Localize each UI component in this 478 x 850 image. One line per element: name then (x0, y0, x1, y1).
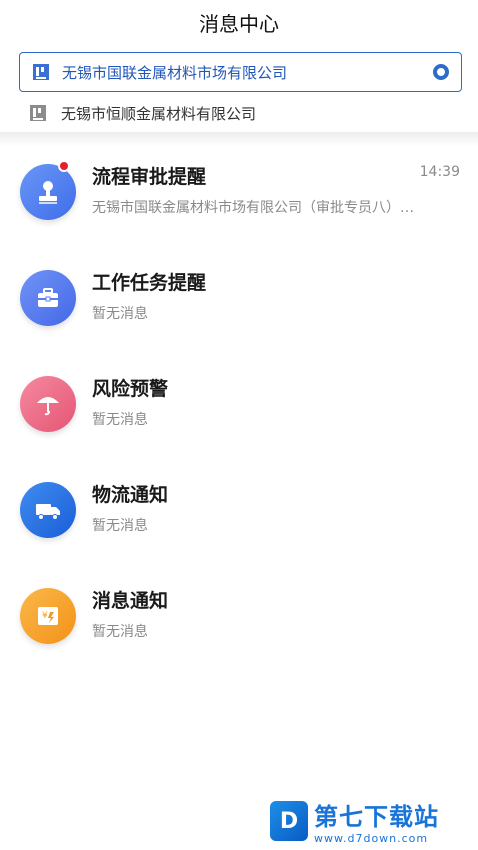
company-option[interactable]: 无锡市恒顺金属材料有限公司 (19, 96, 462, 130)
notice-icon: ¥ (20, 588, 76, 644)
truck-icon (20, 482, 76, 538)
message-title: 流程审批提醒 (92, 166, 207, 188)
stamp-icon (20, 164, 76, 220)
watermark: D 第七下载站 www.d7down.com (270, 798, 470, 845)
message-subtitle: 暂无消息 (92, 624, 148, 640)
message-subtitle: 暂无消息 (92, 306, 148, 322)
message-item-notice[interactable]: ¥ 消息通知 暂无消息 (0, 570, 478, 676)
message-subtitle: 暂无消息 (92, 518, 148, 534)
message-title: 工作任务提醒 (92, 272, 207, 294)
message-subtitle: 暂无消息 (92, 412, 148, 428)
watermark-name: 第七下载站 (314, 803, 439, 831)
message-item-task[interactable]: 工作任务提醒 暂无消息 (0, 252, 478, 358)
svg-text:¥: ¥ (42, 611, 48, 621)
company-name: 无锡市恒顺金属材料有限公司 (61, 104, 257, 123)
unread-badge (58, 160, 70, 172)
message-item-risk[interactable]: 风险预警 暂无消息 (0, 358, 478, 464)
building-icon (29, 104, 47, 122)
briefcase-icon (20, 270, 76, 326)
umbrella-icon (20, 376, 76, 432)
building-icon (32, 63, 50, 81)
watermark-url: www.d7down.com (314, 832, 429, 845)
message-title: 物流通知 (92, 484, 169, 506)
company-name-selected: 无锡市国联金属材料市场有限公司 (62, 63, 288, 82)
message-time: 14:39 (419, 164, 460, 180)
company-option-selected[interactable]: 无锡市国联金属材料市场有限公司 (19, 52, 462, 92)
message-title: 消息通知 (92, 590, 169, 612)
watermark-logo-icon: D (270, 801, 308, 841)
message-item-approval[interactable]: 流程审批提醒 14:39 无锡市国联金属材料市场有限公司（审批专员八）… (0, 146, 478, 252)
message-title: 风险预警 (92, 378, 169, 400)
message-list: 流程审批提醒 14:39 无锡市国联金属材料市场有限公司（审批专员八）… 工作任… (0, 146, 478, 676)
radio-selected-icon[interactable] (433, 64, 449, 80)
message-item-logistics[interactable]: 物流通知 暂无消息 (0, 464, 478, 570)
message-subtitle: 无锡市国联金属材料市场有限公司（审批专员八）… (92, 200, 414, 216)
page-title: 消息中心 (199, 11, 279, 36)
divider (0, 132, 478, 146)
